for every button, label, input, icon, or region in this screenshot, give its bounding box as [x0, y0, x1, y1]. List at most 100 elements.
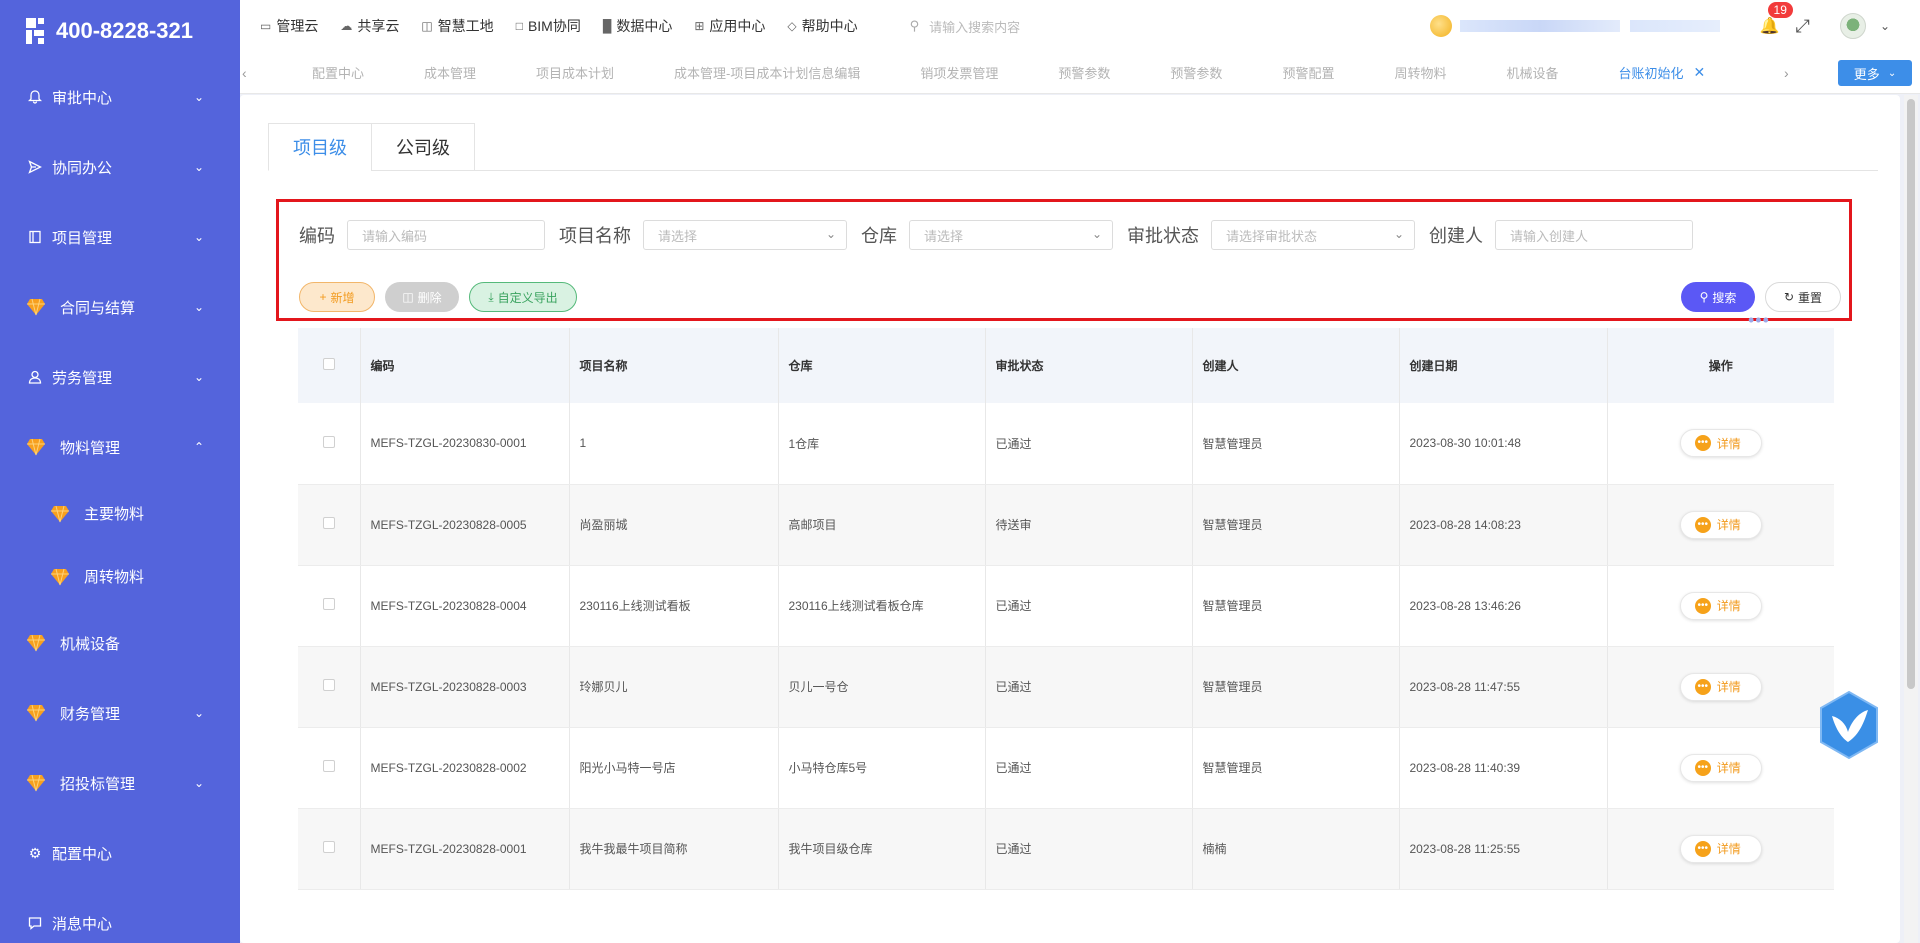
- add-button[interactable]: + 新增: [299, 282, 375, 312]
- column-header-creator[interactable]: 创建人: [1192, 328, 1400, 403]
- brand-logo[interactable]: 400-8228-321: [0, 0, 240, 62]
- topnav-item-shared-cloud[interactable]: ☁ 共享云: [340, 16, 399, 36]
- cell-creator: 智慧管理员: [1192, 727, 1400, 809]
- cell-code: MEFS-TZGL-20230828-0003: [360, 646, 570, 728]
- sidebar-subitem-turnover-material[interactable]: 周转物料: [0, 545, 240, 608]
- row-checkbox[interactable]: [322, 517, 335, 529]
- column-header-date[interactable]: 创建日期: [1399, 328, 1608, 403]
- chevron-down-icon: ⌄: [825, 227, 836, 241]
- topnav-item-smart-site[interactable]: ◫ 智慧工地: [421, 16, 493, 36]
- chevron-right-icon[interactable]: ›: [1784, 65, 1800, 81]
- tab-cost-plan-edit[interactable]: 成本管理-项目成本计划信息编辑: [674, 63, 860, 82]
- reset-button[interactable]: ↻ 重置: [1765, 282, 1841, 312]
- creator-label: 创建人: [1429, 226, 1483, 246]
- row-checkbox[interactable]: [322, 435, 335, 448]
- detail-button[interactable]: ••• 详情: [1679, 429, 1762, 458]
- column-header-status[interactable]: 审批状态: [985, 328, 1193, 403]
- tab-warning-config[interactable]: 预警配置: [1282, 63, 1334, 82]
- warehouse-select[interactable]: 请选择 ⌄: [909, 220, 1113, 250]
- tab-project-level[interactable]: 项目级: [268, 123, 372, 171]
- row-select-cell: [298, 727, 361, 809]
- sidebar-item-material[interactable]: 物料管理 ⌃: [0, 412, 240, 482]
- assistant-bird-icon[interactable]: [1818, 690, 1880, 760]
- action-buttons: + 新增 ◫ 删除 ⤓ 自定义导出: [299, 282, 587, 312]
- close-icon[interactable]: ✕: [1694, 64, 1706, 81]
- select-all-checkbox[interactable]: [322, 358, 335, 370]
- tab-warning-params-2[interactable]: 预警参数: [1170, 63, 1222, 82]
- row-checkbox[interactable]: [322, 841, 335, 853]
- scrollbar-thumb[interactable]: [1907, 99, 1915, 689]
- column-header-warehouse[interactable]: 仓库: [778, 328, 986, 403]
- sidebar-item-bidding[interactable]: 招投标管理 ⌄: [0, 748, 240, 818]
- brand-phone: 400-8228-321: [56, 18, 194, 43]
- chevron-left-icon[interactable]: ‹: [242, 65, 258, 81]
- column-header-code[interactable]: 编码: [360, 328, 570, 403]
- cell-actions: ••• 详情: [1607, 565, 1834, 647]
- tab-output-invoice[interactable]: 销项发票管理: [920, 63, 998, 82]
- chevron-down-icon: ⌄: [193, 300, 204, 314]
- row-checkbox[interactable]: [322, 598, 335, 610]
- sidebar-item-approval[interactable]: 审批中心 ⌄: [0, 62, 240, 132]
- tab-machinery[interactable]: 机械设备: [1506, 63, 1558, 82]
- filter-panel: 编码 请输入编码 项目名称 请选择 ⌄ 仓库 请选择 ⌄ 审批状态 请选择审批状态 ⌄…: [276, 199, 1852, 321]
- detail-button[interactable]: ••• 详情: [1679, 834, 1762, 863]
- send-icon: [26, 158, 44, 176]
- sidebar-item-label: 配置中心: [52, 845, 113, 863]
- chevron-down-icon[interactable]: ⌄: [1880, 19, 1890, 33]
- tab-turnover-material[interactable]: 周转物料: [1394, 63, 1446, 82]
- message-icon: [26, 914, 44, 932]
- search-button[interactable]: ⚲ 搜索: [1681, 282, 1755, 312]
- tab-ledger-init[interactable]: 台账初始化: [1618, 63, 1683, 82]
- cell-actions: ••• 详情: [1607, 403, 1834, 485]
- refresh-icon: ↻: [1783, 290, 1795, 304]
- page-scrollbar[interactable]: [1904, 95, 1918, 943]
- topnav-item-data-center[interactable]: █ 数据中心: [603, 16, 673, 36]
- sidebar-item-contract[interactable]: 合同与结算 ⌄: [0, 272, 240, 342]
- chevron-down-icon: ⌄: [193, 776, 204, 790]
- sidebar-subitem-main-material[interactable]: 主要物料: [0, 482, 240, 545]
- avatar[interactable]: [1839, 13, 1866, 39]
- detail-button[interactable]: ••• 详情: [1679, 591, 1762, 620]
- row-checkbox[interactable]: [322, 760, 335, 772]
- detail-button[interactable]: ••• 详情: [1679, 672, 1762, 701]
- sidebar-item-project[interactable]: 项目管理 ⌄: [0, 202, 240, 272]
- tab-warning-params[interactable]: 预警参数: [1058, 63, 1110, 82]
- search-label: 搜索: [1712, 290, 1737, 305]
- sidebar-item-messages[interactable]: 消息中心: [0, 888, 240, 943]
- detail-button[interactable]: ••• 详情: [1679, 753, 1762, 782]
- creator-input[interactable]: 请输入创建人: [1495, 220, 1693, 250]
- topnav-item-bim[interactable]: □ BIM协同: [516, 16, 581, 36]
- topnav-item-help-center[interactable]: ◇ 帮助中心: [787, 16, 857, 36]
- row-more-menu-icon[interactable]: •••: [1748, 310, 1770, 331]
- sidebar-item-labor[interactable]: 劳务管理 ⌄: [0, 342, 240, 412]
- sidebar-item-finance[interactable]: 财务管理 ⌄: [0, 678, 240, 748]
- code-placeholder: 请输入编码: [362, 228, 428, 244]
- tab-project-cost-plan[interactable]: 项目成本计划: [536, 63, 614, 82]
- sidebar-item-machinery[interactable]: 机械设备: [0, 608, 240, 678]
- sidebar-item-label: 财务管理: [60, 705, 121, 723]
- sidebar-item-label: 项目管理: [52, 229, 113, 247]
- tab-cost-management[interactable]: 成本管理: [424, 63, 476, 82]
- notification-button[interactable]: 🔔 19: [1760, 2, 1793, 36]
- sidebar-item-collab[interactable]: 协同办公 ⌄: [0, 132, 240, 202]
- delete-button[interactable]: ◫ 删除: [385, 282, 459, 312]
- fullscreen-icon[interactable]: ⤢: [1796, 16, 1810, 37]
- top-nav: ▭ 管理云 ☁ 共享云 ◫ 智慧工地 □ BIM协同 █ 数据中心 ⊞ 应用中心 ◇ 帮助中心: [260, 16, 880, 36]
- code-input[interactable]: 请输入编码: [347, 220, 545, 250]
- topnav-item-app-center[interactable]: ⊞ 应用中心: [694, 16, 765, 36]
- global-search[interactable]: ⚲ 请输入搜索内容: [910, 17, 1330, 36]
- more-label: 更多: [1853, 66, 1880, 82]
- more-tabs-button[interactable]: 更多 ⌄: [1838, 60, 1912, 86]
- sidebar-item-config[interactable]: ⚙ 配置中心: [0, 818, 240, 888]
- approval-status-select[interactable]: 请选择审批状态 ⌄: [1211, 220, 1415, 250]
- topnav-item-management-cloud[interactable]: ▭ 管理云: [260, 16, 318, 36]
- tab-config-center[interactable]: 配置中心: [312, 63, 364, 82]
- column-header-project[interactable]: 项目名称: [569, 328, 779, 403]
- tab-company-level[interactable]: 公司级: [371, 123, 475, 171]
- custom-export-button[interactable]: ⤓ 自定义导出: [469, 282, 577, 312]
- reset-label: 重置: [1798, 290, 1823, 305]
- project-name-select[interactable]: 请选择 ⌄: [643, 220, 847, 250]
- detail-button[interactable]: ••• 详情: [1679, 510, 1762, 539]
- sidebar-item-label: 协同办公: [52, 159, 113, 177]
- row-checkbox[interactable]: [322, 679, 335, 691]
